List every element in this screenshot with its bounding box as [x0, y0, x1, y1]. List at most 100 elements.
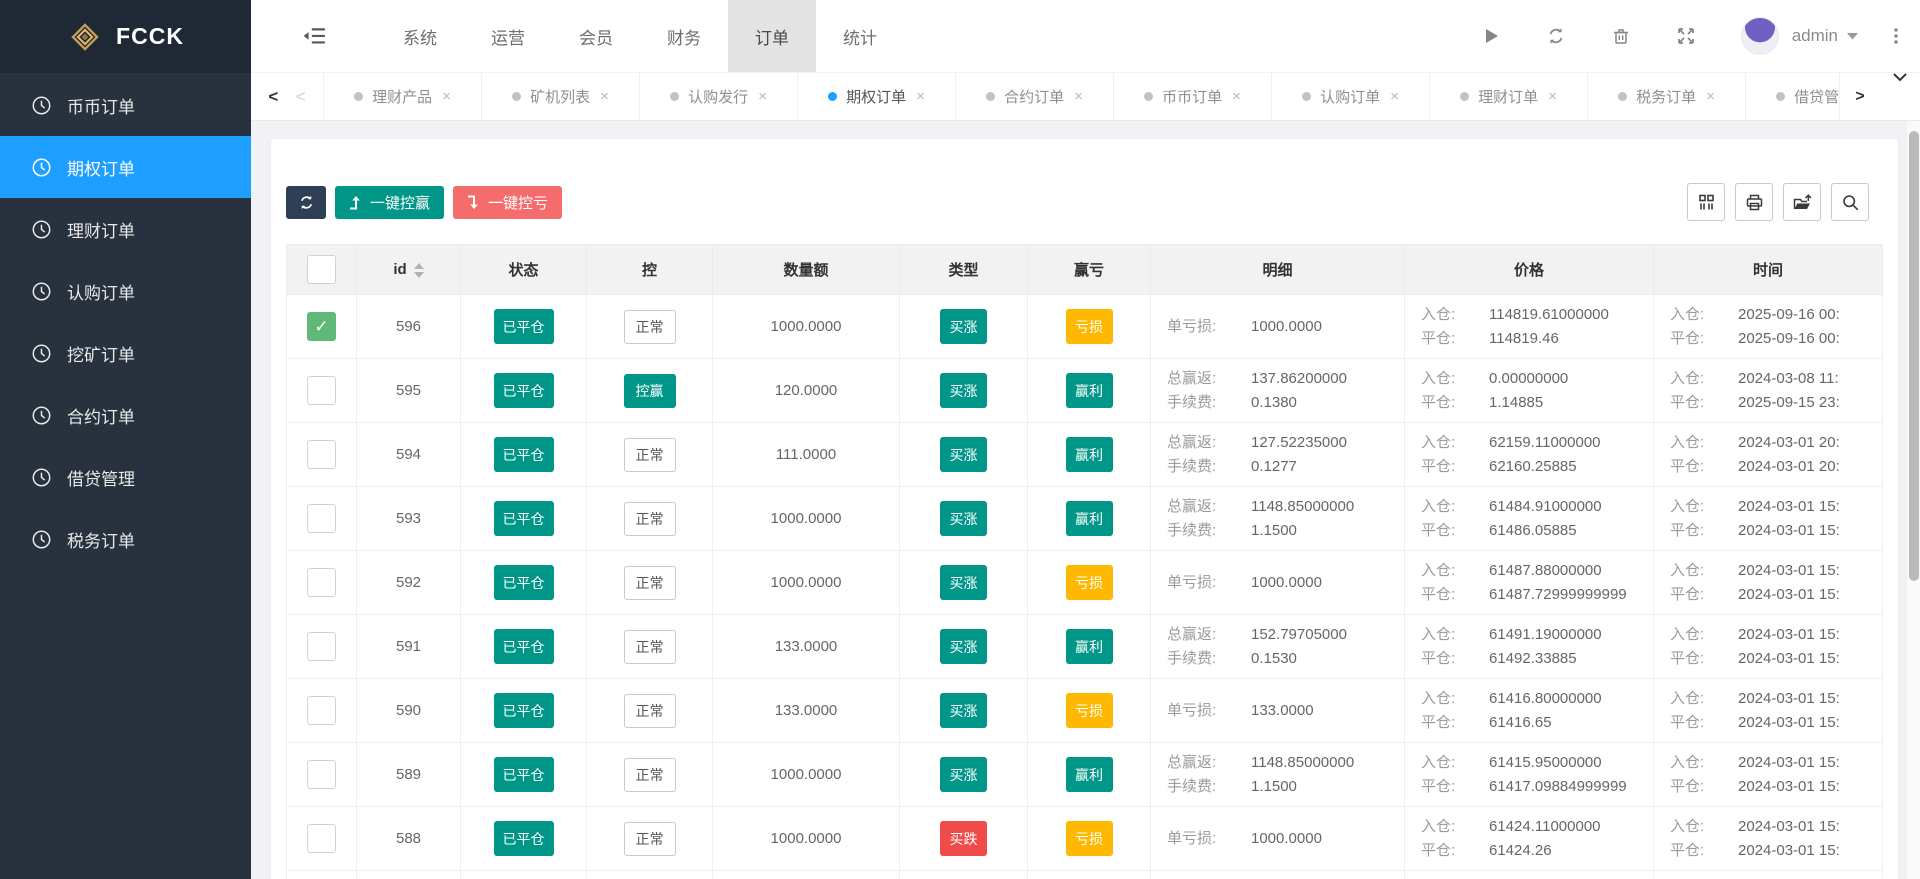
sidebar-item[interactable]: 税务订单 [0, 508, 251, 570]
row-checkbox[interactable] [307, 824, 336, 853]
sidebar-item[interactable]: 期权订单 [0, 136, 251, 198]
sidebar-item-label: 理财订单 [67, 217, 135, 242]
tab[interactable]: 税务订单 × [1588, 73, 1746, 120]
table-row: 589 已平仓 正常 1000.0000 买涨 赢利 总赢返: 1148.850… [287, 743, 1883, 807]
detail-line: 手续费: 1.1500 [1167, 775, 1404, 799]
sort-icon[interactable] [414, 263, 424, 278]
top-nav-item[interactable]: 系统 [376, 0, 464, 72]
order-amount: 1000.0000 [713, 743, 900, 807]
detail-line: 单亏损: 1000.0000 [1167, 571, 1404, 595]
tab[interactable]: 理财产品 × [324, 73, 482, 120]
row-checkbox[interactable] [307, 504, 336, 533]
status-badge: 已平仓 [494, 373, 554, 408]
price-label: 入仓: [1421, 751, 1489, 775]
more-menu-icon[interactable] [1888, 27, 1904, 45]
control-button[interactable]: 正常 [624, 310, 676, 344]
tab-scroll-right-icon[interactable]: > [1840, 73, 1880, 120]
tab-close-icon[interactable]: × [1074, 88, 1083, 105]
sidebar-toggle-icon[interactable] [302, 25, 326, 47]
tab-close-icon[interactable]: × [600, 88, 609, 105]
control-button[interactable]: 正常 [624, 566, 676, 600]
tab[interactable]: 理财订单 × [1430, 73, 1588, 120]
status-badge: 已平仓 [494, 565, 554, 600]
select-all-checkbox[interactable] [307, 255, 336, 284]
tab-close-icon[interactable]: × [1548, 88, 1557, 105]
row-checkbox[interactable] [307, 568, 336, 597]
top-nav-item[interactable]: 订单 [728, 0, 816, 72]
tab[interactable]: 认购发行 × [640, 73, 798, 120]
force-lose-button[interactable]: 一键控亏 [453, 186, 562, 219]
top-nav-item[interactable]: 运营 [464, 0, 552, 72]
row-checkbox[interactable] [307, 760, 336, 789]
detail-line: 手续费: 0.1530 [1167, 647, 1404, 671]
header-price: 价格 [1405, 245, 1654, 295]
order-id: 590 [357, 679, 461, 743]
row-checkbox[interactable] [307, 376, 336, 405]
price-label: 平仓: [1421, 519, 1489, 543]
order-id: 596 [357, 295, 461, 359]
detail-line: 单亏损: 133.0000 [1167, 699, 1404, 723]
tab-close-icon[interactable]: × [758, 88, 767, 105]
sidebar-item-icon [31, 281, 52, 302]
avatar[interactable] [1741, 17, 1779, 55]
sidebar-item[interactable]: 币币订单 [0, 74, 251, 136]
print-button[interactable] [1735, 183, 1773, 221]
header-id[interactable]: id [357, 245, 461, 295]
result-badge: 亏损 [1066, 693, 1113, 728]
tab-dot-icon [1776, 92, 1785, 101]
tab-close-icon[interactable]: × [1390, 88, 1399, 105]
search-button[interactable] [1831, 183, 1869, 221]
columns-filter-button[interactable] [1687, 183, 1725, 221]
row-checkbox[interactable] [307, 632, 336, 661]
user-name[interactable]: admin [1792, 26, 1838, 46]
sidebar-item[interactable]: 挖矿订单 [0, 322, 251, 384]
play-icon[interactable] [1481, 26, 1501, 46]
control-button[interactable]: 控赢 [624, 374, 676, 408]
tab-close-icon[interactable]: × [442, 88, 451, 105]
sidebar-item[interactable]: 合约订单 [0, 384, 251, 446]
result-badge: 亏损 [1066, 309, 1113, 344]
force-win-button[interactable]: 一键控赢 [335, 186, 444, 219]
tab[interactable]: 认购订单 × [1272, 73, 1430, 120]
tab[interactable]: 期权订单 × [798, 73, 956, 120]
sidebar-item[interactable]: 理财订单 [0, 198, 251, 260]
tab-close-icon[interactable]: × [1232, 88, 1241, 105]
tab[interactable]: 币币订单 × [1114, 73, 1272, 120]
top-nav-item[interactable]: 统计 [816, 0, 904, 72]
refresh-icon[interactable] [1546, 26, 1566, 46]
tab-close-icon[interactable]: × [916, 88, 925, 105]
control-button[interactable]: 正常 [624, 438, 676, 472]
control-button[interactable]: 正常 [624, 694, 676, 728]
time-cell: 入仓: 2024-03-01 15: 平仓: 2024-03-01 15: [1654, 679, 1882, 742]
tab-close-icon[interactable]: × [1706, 88, 1715, 105]
row-checkbox[interactable] [307, 696, 336, 725]
tab[interactable]: 矿机列表 × [482, 73, 640, 120]
page-scrollbar-thumb[interactable] [1909, 131, 1919, 581]
time-cell: 入仓: 2024-03-08 11: 平仓: 2025-09-15 23: [1654, 359, 1882, 422]
sidebar-item[interactable]: 借贷管理 [0, 446, 251, 508]
export-button[interactable] [1783, 183, 1821, 221]
top-nav-item[interactable]: 财务 [640, 0, 728, 72]
fullscreen-icon[interactable] [1676, 26, 1696, 46]
trash-icon[interactable] [1611, 26, 1631, 46]
row-checkbox[interactable] [307, 312, 336, 341]
control-button[interactable]: 正常 [624, 822, 676, 856]
sidebar-item[interactable]: 认购订单 [0, 260, 251, 322]
control-button[interactable]: 正常 [624, 758, 676, 792]
tab[interactable]: 合约订单 × [956, 73, 1114, 120]
control-button[interactable]: 正常 [624, 502, 676, 536]
tab-menu-chevron-icon[interactable] [1880, 73, 1920, 82]
top-nav-item[interactable]: 会员 [552, 0, 640, 72]
tab-scroll-left-icon[interactable]: < [268, 87, 278, 107]
time-value: 2024-03-01 15: [1738, 623, 1840, 647]
price-value: 61487.88000000 [1489, 559, 1602, 583]
refresh-table-button[interactable] [286, 186, 326, 219]
sidebar-item-icon [31, 95, 52, 116]
control-button[interactable]: 正常 [624, 630, 676, 664]
price-value: 61492.33885 [1489, 647, 1577, 671]
tab-scroll-left-dim-icon[interactable]: < [296, 87, 306, 107]
tab[interactable]: 借贷管理 × [1746, 73, 1839, 120]
time-label: 入仓: [1670, 431, 1738, 455]
sidebar-menu: 币币订单 期权订单 理财订单 认购订单 [0, 73, 251, 570]
row-checkbox[interactable] [307, 440, 336, 469]
